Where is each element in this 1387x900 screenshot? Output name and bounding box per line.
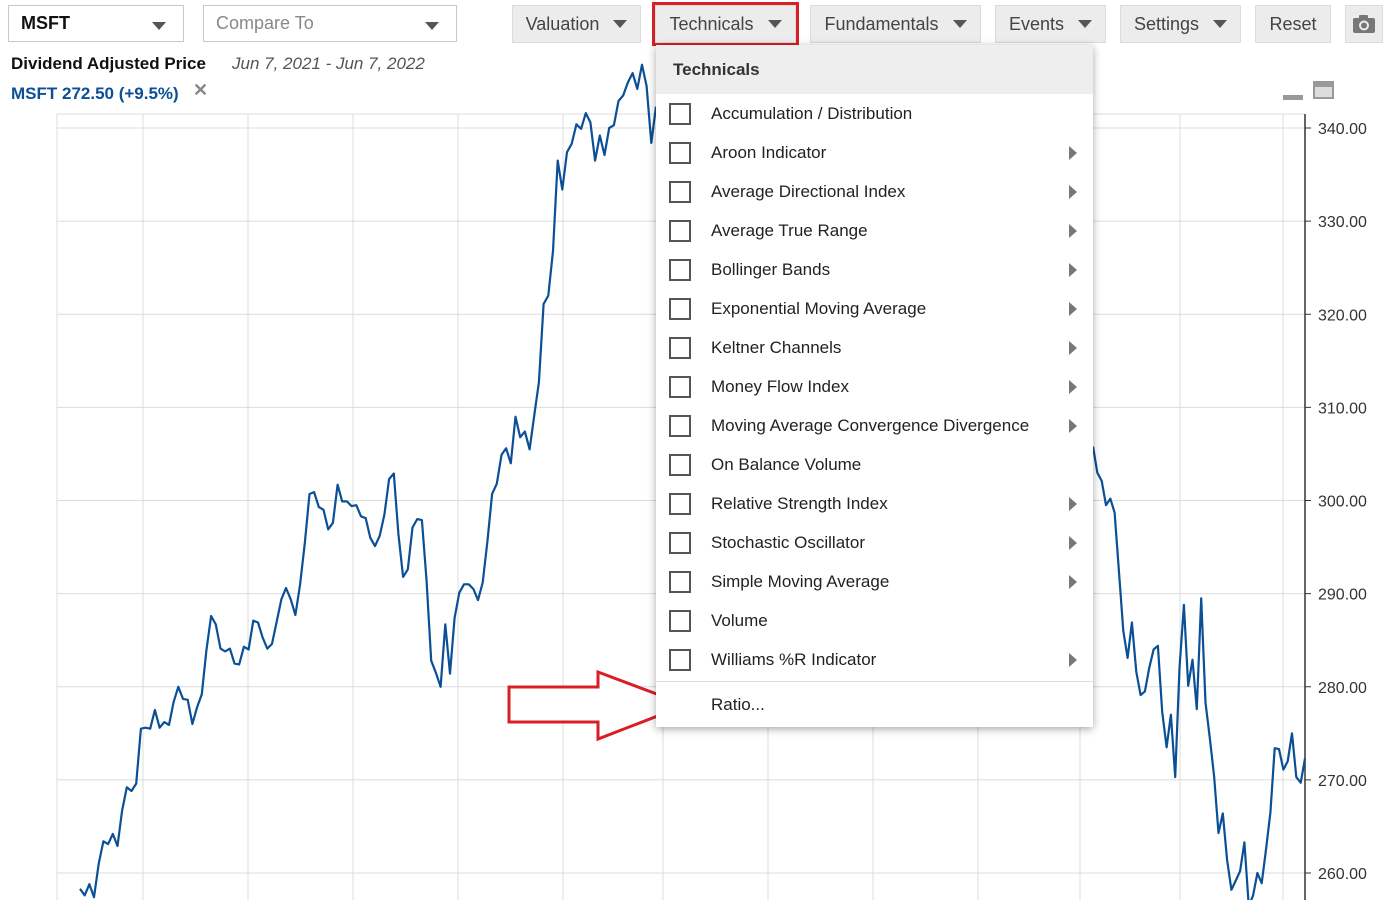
chevron-right-icon	[1069, 652, 1077, 667]
menu-divider	[656, 681, 1093, 682]
menu-item-label: Average True Range	[711, 220, 868, 240]
menu-item-label: Simple Moving Average	[711, 571, 890, 591]
menu-item[interactable]: Exponential Moving Average	[656, 289, 1093, 328]
chevron-right-icon	[1069, 340, 1077, 355]
menu-item-label: Accumulation / Distribution	[711, 103, 913, 123]
checkbox[interactable]	[669, 102, 691, 125]
chevron-right-icon	[1069, 535, 1077, 550]
y-tick-label: 270.00	[1318, 773, 1367, 790]
menu-item-label: Exponential Moving Average	[711, 298, 927, 318]
checkbox[interactable]	[669, 141, 691, 164]
menu-item-label: Bollinger Bands	[711, 259, 831, 279]
menu-item-label: Money Flow Index	[711, 376, 849, 396]
menu-item-label: Average Directional Index	[711, 181, 906, 201]
checkbox[interactable]	[669, 492, 691, 515]
menu-item[interactable]: Volume	[656, 601, 1093, 640]
technicals-menu: Technicals Accumulation / Distribution Ar…	[656, 45, 1093, 727]
y-tick-label: 280.00	[1318, 680, 1367, 697]
chevron-right-icon	[1069, 379, 1077, 394]
menu-item[interactable]: Money Flow Index	[656, 367, 1093, 406]
y-tick-label: 310.00	[1318, 400, 1367, 417]
y-tick-label: 340.00	[1318, 121, 1367, 138]
y-tick-label: 300.00	[1318, 494, 1367, 511]
menu-item[interactable]: Accumulation / Distribution	[656, 94, 1093, 133]
menu-item-label: Relative Strength Index	[711, 493, 888, 513]
price-line	[79, 63, 658, 899]
menu-item-label: Williams %R Indicator	[711, 649, 877, 669]
checkbox[interactable]	[669, 336, 691, 359]
checkbox[interactable]	[669, 297, 691, 320]
checkbox[interactable]	[669, 648, 691, 671]
checkbox[interactable]	[669, 531, 691, 554]
checkbox[interactable]	[669, 453, 691, 476]
menu-item[interactable]: Stochastic Oscillator	[656, 523, 1093, 562]
checkbox[interactable]	[669, 414, 691, 437]
chevron-right-icon	[1069, 496, 1077, 511]
menu-item-label: Aroon Indicator	[711, 142, 827, 162]
chevron-right-icon	[1069, 574, 1077, 589]
checkbox[interactable]	[669, 219, 691, 242]
chevron-right-icon	[1069, 223, 1077, 238]
y-tick-label: 320.00	[1318, 307, 1367, 324]
menu-item-label: Moving Average Convergence Divergence	[711, 415, 1030, 435]
menu-item-label: Volume	[711, 610, 768, 630]
price-line-tail	[1091, 446, 1307, 900]
chevron-right-icon	[1069, 418, 1077, 433]
chevron-right-icon	[1069, 184, 1077, 199]
y-tick-label: 290.00	[1318, 587, 1367, 604]
y-tick-label: 330.00	[1318, 214, 1367, 231]
y-tick-label: 260.00	[1318, 866, 1367, 883]
menu-item[interactable]: Aroon Indicator	[656, 133, 1093, 172]
menu-item[interactable]: Average True Range	[656, 211, 1093, 250]
menu-item[interactable]: Bollinger Bands	[656, 250, 1093, 289]
checkbox[interactable]	[669, 570, 691, 593]
menu-item[interactable]: Keltner Channels	[656, 328, 1093, 367]
menu-item[interactable]: Average Directional Index	[656, 172, 1093, 211]
menu-item[interactable]: Simple Moving Average	[656, 562, 1093, 601]
ratio-menu-item[interactable]: Ratio...	[711, 695, 765, 715]
checkbox[interactable]	[669, 180, 691, 203]
menu-heading: Technicals	[656, 45, 1093, 94]
checkbox[interactable]	[669, 609, 691, 632]
menu-item-label: Keltner Channels	[711, 337, 842, 357]
checkbox[interactable]	[669, 375, 691, 398]
menu-item[interactable]: On Balance Volume	[656, 445, 1093, 484]
chevron-right-icon	[1069, 262, 1077, 277]
checkbox[interactable]	[669, 258, 691, 281]
chevron-right-icon	[1069, 145, 1077, 160]
menu-item[interactable]: Moving Average Convergence Divergence	[656, 406, 1093, 445]
menu-item[interactable]: Williams %R Indicator	[656, 640, 1093, 679]
y-axis: 340.00 330.00 320.00 310.00 300.00 290.00 280.…	[1304, 114, 1367, 900]
menu-item-label: Stochastic Oscillator	[711, 532, 865, 552]
menu-item-label: On Balance Volume	[711, 454, 862, 474]
chevron-right-icon	[1069, 301, 1077, 316]
menu-item[interactable]: Relative Strength Index	[656, 484, 1093, 523]
